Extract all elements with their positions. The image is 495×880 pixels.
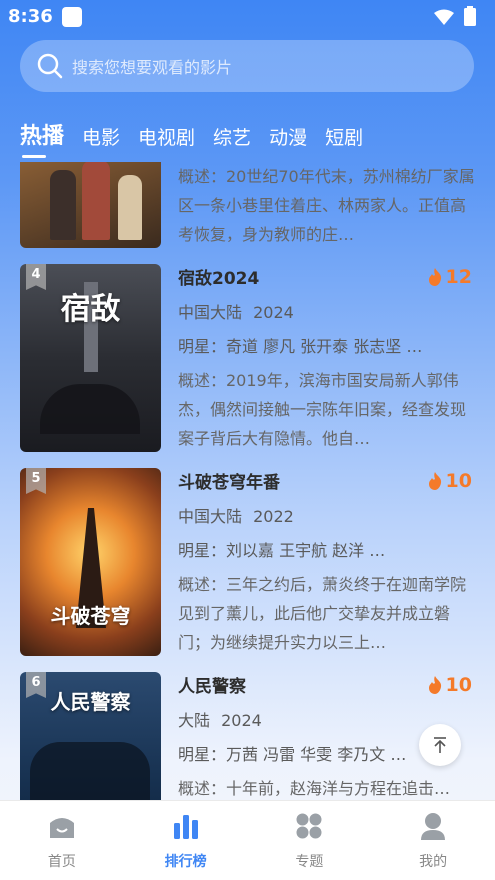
wifi-icon [434, 9, 454, 25]
nav-label: 首页 [47, 853, 76, 870]
poster-image[interactable]: 斗破苍穹 5 [20, 468, 161, 656]
item-meta: 中国大陆 2024 [178, 298, 478, 328]
tab-anime[interactable]: 动漫 [269, 123, 307, 158]
poster-image[interactable]: 人民警察 6 [20, 672, 161, 800]
nav-ranking[interactable]: 排行榜 [136, 811, 236, 871]
heat-score: 10 [428, 674, 472, 696]
item-description: 概述：20世纪70年代末，苏州棉纺厂家属区一条小巷里住着庄、林两家人。正值高考恢… [178, 167, 475, 244]
home-icon [49, 817, 74, 838]
bottom-navigation: 首页 排行榜 专题 我的 [0, 800, 495, 880]
back-to-top-button[interactable] [419, 724, 461, 766]
item-stars: 明星：刘以嘉 王宇航 赵洋 … [178, 541, 386, 560]
tab-movie[interactable]: 电影 [82, 123, 120, 158]
flame-icon [428, 472, 441, 490]
nav-profile[interactable]: 我的 [383, 811, 483, 871]
list-item[interactable]: 人民警察 6 人民警察 10 大陆 2024 明星：万茜 冯雷 华雯 李乃文 …… [20, 672, 480, 800]
item-region: 大陆 [178, 711, 211, 730]
item-meta: 中国大陆 2022 [178, 502, 478, 532]
item-year: 2024 [253, 303, 294, 322]
heat-number: 10 [445, 470, 472, 492]
heat-number: 12 [445, 266, 472, 288]
poster-title: 斗破苍穹 [50, 604, 131, 628]
status-time: 8:36 [8, 6, 53, 27]
item-region: 中国大陆 [178, 507, 243, 526]
item-year: 2022 [253, 507, 294, 526]
heat-number: 10 [445, 674, 472, 696]
heat-score: 10 [428, 470, 472, 492]
nav-home[interactable]: 首页 [12, 811, 112, 871]
topic-icon [296, 813, 322, 838]
search-bar[interactable]: 搜索您想要观看的影片 [20, 40, 474, 92]
status-bar: 8:36 [0, 0, 495, 34]
list-item[interactable]: 概述：20世纪70年代末，苏州棉纺厂家属区一条小巷里住着庄、林两家人。正值高考恢… [20, 162, 480, 250]
nav-label: 排行榜 [164, 853, 207, 870]
nav-label: 专题 [295, 853, 324, 870]
profile-icon [421, 812, 446, 840]
poster-image[interactable] [20, 162, 161, 248]
item-year: 2024 [221, 711, 262, 730]
list-item[interactable]: 宿敌 4 宿敌 2024 12 中国大陆 2024 明星：奇道 廖凡 张开泰 张志… [20, 264, 480, 454]
tab-hot[interactable]: 热播 [20, 118, 64, 158]
nav-label: 我的 [419, 853, 448, 870]
nav-topic[interactable]: 专题 [259, 811, 359, 871]
tab-variety[interactable]: 综艺 [213, 123, 251, 158]
poster-title: 宿敌 [60, 292, 121, 327]
heat-score: 12 [428, 266, 472, 288]
arrow-up-icon [434, 737, 446, 753]
search-placeholder: 搜索您想要观看的影片 [72, 58, 233, 77]
item-description: 概述：三年之约后，萧炎终于在迦南学院见到了薰儿，此后他广交挚友并成立磐门；为继续… [178, 575, 467, 652]
notification-icon [62, 7, 82, 27]
category-tabs: 热播 电影 电视剧 综艺 动漫 短剧 [20, 118, 381, 158]
item-description: 概述：2019年，滨海市国安局新人郭伟杰，偶然间接触一宗陈年旧案，经查发现案子背… [178, 371, 467, 448]
item-stars: 明星：奇道 廖凡 张开泰 张志坚 … [178, 337, 423, 356]
ranking-list: 概述：20世纪70年代末，苏州棉纺厂家属区一条小巷里住着庄、林两家人。正值高考恢… [0, 162, 495, 800]
flame-icon [428, 676, 441, 694]
ranking-icon [173, 814, 198, 839]
poster-image[interactable]: 宿敌 4 [20, 264, 161, 452]
search-icon [37, 53, 63, 79]
flame-icon [428, 268, 441, 286]
tab-short[interactable]: 短剧 [325, 123, 363, 158]
tab-tv[interactable]: 电视剧 [138, 123, 195, 158]
battery-icon [464, 6, 476, 26]
list-item[interactable]: 斗破苍穹 5 斗破苍穹年番 10 中国大陆 2022 明星：刘以嘉 王宇航 赵洋… [20, 468, 480, 658]
item-description: 概述：十年前，赵海洋与方程在追击… [178, 779, 451, 798]
item-region: 中国大陆 [178, 303, 243, 322]
